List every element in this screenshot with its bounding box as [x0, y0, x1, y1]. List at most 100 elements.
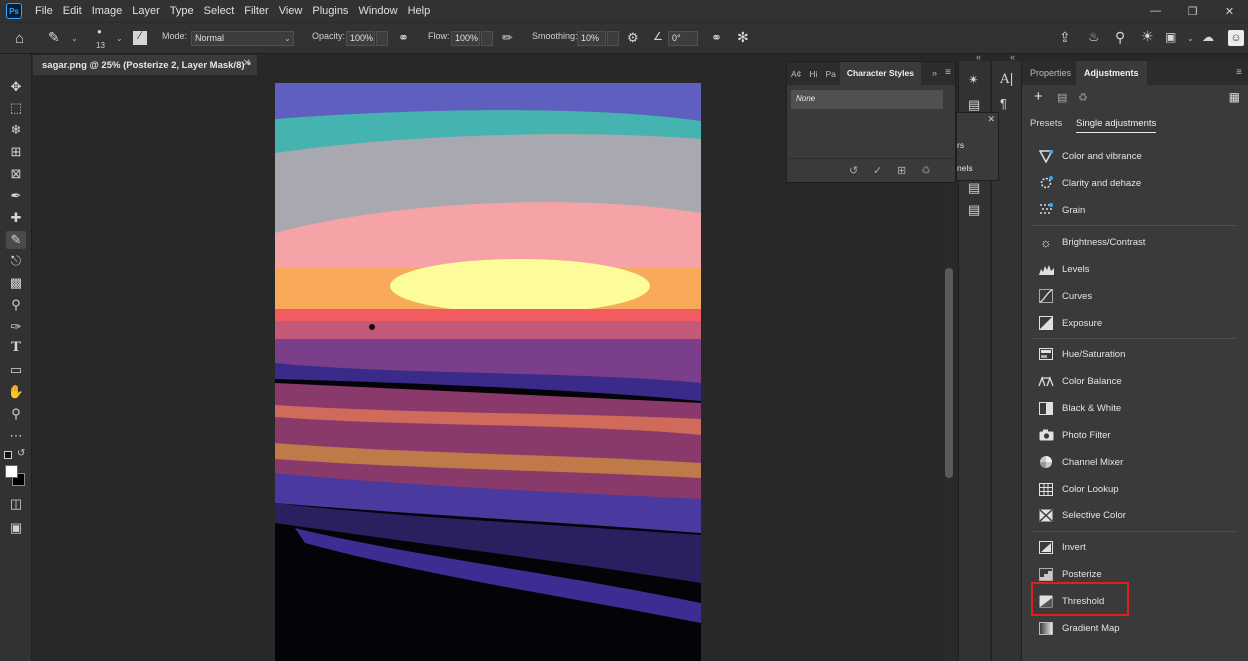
character-panel-icon[interactable]: A|	[1000, 73, 1014, 86]
menu-window[interactable]: Window	[353, 5, 402, 17]
new-style-icon[interactable]: ⊞	[897, 164, 906, 177]
cloud-icon[interactable]: ☁	[1202, 31, 1214, 43]
gear-icon[interactable]: ⚙	[627, 31, 639, 44]
search-icon[interactable]: ⚲	[1115, 30, 1125, 44]
move-tool-icon[interactable]: ✥	[6, 78, 26, 96]
flow-input[interactable]: 100%	[451, 31, 480, 46]
screen-mode-icon[interactable]: ▣	[6, 519, 26, 537]
tab-paragraph[interactable]: Pa	[821, 69, 839, 79]
quick-mask-icon[interactable]: ◫	[6, 495, 26, 513]
adjustment-exposure[interactable]: Exposure	[1031, 314, 1231, 332]
close-icon[interactable]: ✕	[1211, 0, 1248, 22]
notes-icon[interactable]: ▤	[968, 203, 980, 216]
opacity-dropdown[interactable]	[376, 31, 388, 46]
refresh-icon[interactable]: ↺	[849, 164, 858, 177]
add-preset-icon[interactable]: +	[1034, 88, 1043, 105]
grid-view-icon[interactable]: ▦	[1229, 90, 1240, 104]
adjustment-gradient-map[interactable]: Gradient Map	[1031, 619, 1231, 637]
menu-help[interactable]: Help	[403, 5, 436, 17]
check-icon[interactable]: ✓	[873, 164, 882, 177]
gradient-tool-icon[interactable]: ▩	[6, 274, 26, 292]
more-tools-icon[interactable]: ⋯	[6, 427, 26, 445]
hand-tool-icon[interactable]: ✋	[6, 383, 26, 401]
panel-menu-icon[interactable]: ≡	[945, 67, 951, 78]
restore-icon[interactable]: ❐	[1174, 0, 1211, 22]
subtab-single-adjustments[interactable]: Single adjustments	[1076, 118, 1157, 133]
chevron-down-icon[interactable]: ⌄	[116, 34, 123, 43]
scrollbar-thumb[interactable]	[945, 268, 953, 478]
brush-tool-icon[interactable]: ✎	[48, 30, 60, 44]
menu-select[interactable]: Select	[199, 5, 240, 17]
menu-image[interactable]: Image	[87, 5, 128, 17]
home-icon[interactable]: ⌂	[15, 31, 24, 46]
folder-icon[interactable]: ▤	[1057, 91, 1067, 104]
quick-select-tool-icon[interactable]: ❄	[6, 121, 26, 139]
tab-character[interactable]: A¢	[787, 69, 805, 79]
healing-brush-tool-icon[interactable]: ✚	[6, 209, 26, 227]
collapse-arrows-icon[interactable]: «	[976, 52, 981, 62]
menu-plugins[interactable]: Plugins	[307, 5, 353, 17]
adjustment-clarity-and-dehaze[interactable]: Clarity and dehaze	[1031, 174, 1231, 192]
adjustment-posterize[interactable]: Posterize	[1031, 565, 1231, 583]
layers-panel-icon[interactable]: ▤	[968, 98, 980, 111]
default-colors-icon[interactable]	[4, 451, 12, 459]
document-canvas-image[interactable]	[275, 83, 701, 661]
menu-type[interactable]: Type	[165, 5, 199, 17]
adjustment-levels[interactable]: Levels	[1031, 260, 1231, 278]
adjustment-brush-icon[interactable]: ✴	[968, 73, 979, 86]
angle-input[interactable]: 0°	[668, 31, 698, 46]
chevron-down-icon[interactable]: ⌄	[1187, 34, 1194, 43]
brush-tool-icon[interactable]: ✎	[6, 231, 26, 249]
smoothing-dropdown[interactable]	[607, 31, 619, 46]
paragraph-panel-icon[interactable]: ¶	[1000, 97, 1007, 110]
chevron-down-icon[interactable]: ⌄	[71, 34, 78, 43]
character-style-item[interactable]: None	[791, 90, 943, 109]
flow-dropdown[interactable]	[481, 31, 493, 46]
trash-icon[interactable]: ♻	[1078, 91, 1088, 104]
adjustment-black-white[interactable]: Black & White	[1031, 399, 1231, 417]
close-icon[interactable]: ✕	[987, 114, 995, 125]
smoothing-input[interactable]: 10%	[577, 31, 606, 46]
close-icon[interactable]: ✕	[243, 58, 251, 69]
menu-edit[interactable]: Edit	[58, 5, 87, 17]
marquee-tool-icon[interactable]: ⬚	[6, 99, 26, 117]
collapse-arrows-icon[interactable]: «	[1010, 52, 1015, 62]
adjustment-photo-filter[interactable]: Photo Filter	[1031, 426, 1231, 444]
pen-tool-icon[interactable]: ✑	[6, 318, 26, 336]
tab-hi[interactable]: Hi	[805, 69, 821, 79]
adjustment-brightness-contrast[interactable]: ☼ Brightness/Contrast	[1031, 233, 1231, 251]
menu-file[interactable]: File	[30, 5, 58, 17]
panel-menu-icon[interactable]: ≡	[1236, 67, 1242, 78]
adjustment-channel-mixer[interactable]: Channel Mixer	[1031, 453, 1231, 471]
pressure-size-icon[interactable]: ⚭	[711, 31, 722, 44]
swap-colors-icon[interactable]: ↺	[17, 448, 25, 459]
stamp-tool-icon[interactable]: ⎋	[6, 252, 26, 270]
dodge-tool-icon[interactable]: ⚲	[6, 296, 26, 314]
trash-icon[interactable]: ♻	[921, 164, 931, 177]
brush-preset-icon[interactable]: ●	[97, 28, 102, 36]
adjustment-color-and-vibrance[interactable]: Color and vibrance	[1031, 147, 1231, 165]
eyedropper-tool-icon[interactable]: ✒	[6, 187, 26, 205]
opacity-input[interactable]: 100%	[346, 31, 375, 46]
brush-settings-icon[interactable]: ∕	[133, 31, 147, 45]
zoom-tool-icon[interactable]: ⚲	[6, 405, 26, 423]
expand-arrows-icon[interactable]: »	[932, 68, 937, 78]
bell-icon[interactable]: ♨	[1088, 30, 1100, 43]
crop-tool-icon[interactable]: ⊞	[6, 143, 26, 161]
menu-layer[interactable]: Layer	[127, 5, 165, 17]
minimize-icon[interactable]: —	[1137, 0, 1174, 22]
airbrush-icon[interactable]: ✏	[502, 31, 513, 44]
pressure-opacity-icon[interactable]: ⚭	[398, 31, 409, 44]
avatar[interactable]: ☺	[1228, 30, 1244, 46]
adjustment-curves[interactable]: Curves	[1031, 287, 1231, 305]
adjustment-color-lookup[interactable]: Color Lookup	[1031, 480, 1231, 498]
foreground-color-swatch[interactable]	[5, 465, 18, 478]
lightbulb-icon[interactable]: ☀	[1141, 29, 1154, 43]
workspace-icon[interactable]: ▣	[1165, 31, 1176, 43]
mode-select[interactable]: Normal	[191, 31, 294, 46]
tab-adjustments[interactable]: Adjustments	[1076, 61, 1147, 85]
frame-tool-icon[interactable]: ⊠	[6, 165, 26, 183]
tab-properties[interactable]: Properties	[1022, 61, 1079, 85]
type-tool-icon[interactable]: T	[6, 339, 26, 357]
rectangle-tool-icon[interactable]: ▭	[6, 361, 26, 379]
